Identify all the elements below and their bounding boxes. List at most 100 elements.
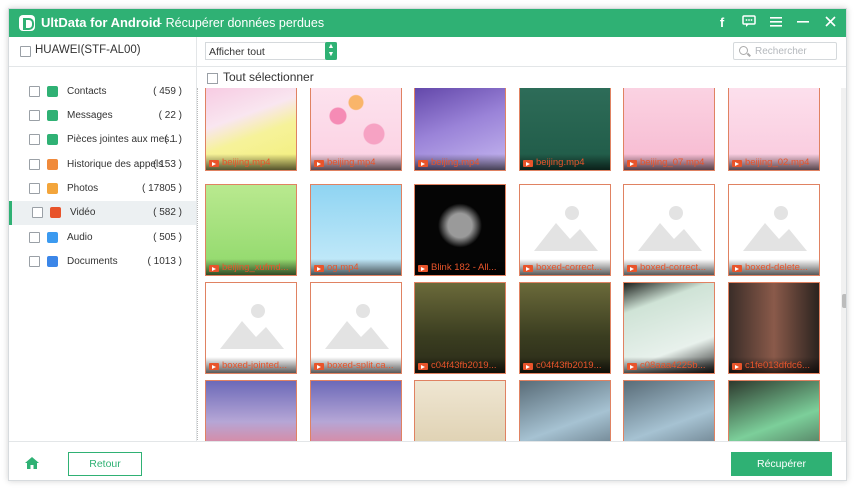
- video-thumbnail[interactable]: beijing.mp4: [310, 88, 402, 171]
- toolbar: HUAWEI(STF-AL00) Afficher tout ▲ ▼ Recher…: [9, 37, 846, 67]
- sidebar-item-checkbox[interactable]: [29, 134, 40, 145]
- video-thumbnail[interactable]: boxed-correct...: [623, 184, 715, 276]
- home-icon[interactable]: [25, 456, 39, 469]
- scrollbar-thumb[interactable]: [842, 294, 846, 308]
- sidebar-item-label: Historique des appels: [67, 159, 164, 170]
- video-thumbnail[interactable]: [414, 380, 506, 442]
- video-thumbnail[interactable]: boxed-correct...: [519, 184, 611, 276]
- scrollbar[interactable]: [841, 88, 846, 442]
- sidebar-item-checkbox[interactable]: [29, 232, 40, 243]
- thumbnail-caption: beijing.mp4: [311, 154, 401, 170]
- sidebar-item-checkbox[interactable]: [29, 183, 40, 194]
- facebook-icon[interactable]: f: [714, 15, 730, 31]
- thumbnail-filename: og.mp4: [327, 262, 359, 273]
- video-thumbnail[interactable]: beijing.mp4: [519, 88, 611, 171]
- sidebar-item-checkbox[interactable]: [29, 110, 40, 121]
- filter-select[interactable]: Afficher tout ▲ ▼: [205, 42, 337, 60]
- recover-button[interactable]: Récupérer: [731, 452, 832, 476]
- video-icon: [209, 363, 219, 370]
- call-history-icon: [47, 159, 58, 170]
- video-thumbnail[interactable]: [728, 380, 820, 442]
- app-subtitle: - Récupérer données perdues: [158, 16, 325, 30]
- video-thumbnail-image: [624, 381, 714, 442]
- video-thumbnail[interactable]: beijing.mp4: [205, 88, 297, 171]
- video-thumbnail[interactable]: c04f43fb2019...: [414, 282, 506, 374]
- thumbnail-caption: beijing_02.mp4: [729, 154, 819, 170]
- search-box[interactable]: Rechercher: [733, 42, 837, 60]
- sidebar-item-vidéo[interactable]: Vidéo ( 582 ): [9, 201, 196, 225]
- chevron-updown-icon[interactable]: ▲ ▼: [325, 42, 337, 60]
- sidebar-item-photos[interactable]: Photos ( 17805 ): [9, 177, 196, 201]
- video-thumbnail[interactable]: beijing.mp4: [414, 88, 506, 171]
- sidebar-item-checkbox[interactable]: [29, 256, 40, 267]
- video-icon: [418, 265, 428, 272]
- video-thumbnail[interactable]: c08aaa4225b...: [623, 282, 715, 374]
- video-icon: [627, 363, 637, 370]
- documents-icon: [47, 256, 58, 267]
- device-checkbox[interactable]: [20, 46, 31, 57]
- video-icon: [314, 160, 324, 167]
- filter-selected-value: Afficher tout: [209, 46, 265, 58]
- messages-icon: [47, 110, 58, 121]
- sidebar-item-checkbox[interactable]: [29, 159, 40, 170]
- video-icon: [627, 160, 637, 167]
- thumbnail-filename: beijing.mp4: [536, 157, 585, 168]
- video-thumbnail[interactable]: boxed-delete...: [728, 184, 820, 276]
- video-icon: [418, 160, 428, 167]
- content-area: Tout sélectionner beijing.mp4 beijing.mp4…: [197, 68, 846, 442]
- sidebar-item-documents[interactable]: Documents ( 1013 ): [9, 250, 196, 274]
- video-thumbnail[interactable]: Blink 182 - All...: [414, 184, 506, 276]
- video-icon: [627, 265, 637, 272]
- thumbnail-filename: beijing.mp4: [327, 157, 376, 168]
- sidebar-item-historique[interactable]: Historique des appels( 153 ): [9, 153, 196, 177]
- video-thumbnail[interactable]: beijing_xufmd...: [205, 184, 297, 276]
- sidebar-item-pièces[interactable]: Pièces jointes aux mes...( 1 ): [9, 128, 196, 152]
- menu-icon[interactable]: [768, 15, 784, 31]
- video-thumbnail[interactable]: og.mp4: [310, 184, 402, 276]
- sidebar-item-checkbox[interactable]: [29, 86, 40, 97]
- thumbnail-caption: beijing.mp4: [206, 154, 296, 170]
- feedback-icon[interactable]: [741, 15, 757, 31]
- video-thumbnail-image: [520, 381, 610, 442]
- thumbnail-filename: c08aaa4225b...: [640, 360, 706, 371]
- app-logo-icon: [19, 15, 35, 31]
- sidebar-item-checkbox[interactable]: [32, 207, 43, 218]
- sidebar-item-label: Vidéo: [70, 207, 96, 218]
- video-thumbnail[interactable]: [623, 380, 715, 442]
- thumbnail-caption: og.mp4: [311, 259, 401, 275]
- thumbnail-caption: Blink 182 - All...: [415, 259, 505, 275]
- video-thumbnail[interactable]: [519, 380, 611, 442]
- thumbnail-caption: c04f43fb2019...: [520, 357, 610, 373]
- select-all-checkbox[interactable]: [207, 73, 218, 84]
- sidebar-item-count: ( 582 ): [153, 207, 182, 218]
- back-button[interactable]: Retour: [68, 452, 142, 476]
- video-thumbnail[interactable]: beijing_02.mp4: [728, 88, 820, 171]
- minimize-icon[interactable]: [795, 15, 811, 31]
- sidebar-item-contacts[interactable]: Contacts ( 459 ): [9, 80, 196, 104]
- video-thumbnail[interactable]: boxed-jointed...: [205, 282, 297, 374]
- attachments-icon: [47, 134, 58, 145]
- sidebar-item-count: ( 459 ): [153, 86, 182, 97]
- thumbnail-caption: boxed-correct...: [624, 259, 714, 275]
- sidebar-item-count: ( 153 ): [153, 159, 182, 170]
- video-thumbnail[interactable]: c1fe013dfdc6...: [728, 282, 820, 374]
- thumbnail-filename: boxed-correct...: [536, 262, 602, 273]
- title-bar: UltData for Android - Récupérer données …: [9, 9, 846, 37]
- video-thumbnail[interactable]: beijing_07.mp4: [623, 88, 715, 171]
- thumbnail-caption: beijing_xufmd...: [206, 259, 296, 275]
- sidebar-item-count: ( 505 ): [153, 232, 182, 243]
- video-thumbnail-image: [311, 381, 401, 442]
- select-all-label[interactable]: Tout sélectionner: [223, 70, 314, 84]
- sidebar-item-count: ( 17805 ): [141, 183, 182, 194]
- video-thumbnail[interactable]: boxed-split.ca...: [310, 282, 402, 374]
- video-thumbnail[interactable]: c04f43fb2019...: [519, 282, 611, 374]
- sidebar-item-audio[interactable]: Audio ( 505 ): [9, 226, 196, 250]
- close-icon[interactable]: [822, 15, 838, 31]
- video-thumbnail[interactable]: [310, 380, 402, 442]
- sidebar-item-messages[interactable]: Messages ( 22 ): [9, 104, 196, 128]
- thumbnail-caption: boxed-delete...: [729, 259, 819, 275]
- sidebar-item-label: Contacts: [67, 86, 107, 97]
- video-thumbnail[interactable]: [205, 380, 297, 442]
- thumbnail-caption: boxed-jointed...: [206, 357, 296, 373]
- search-input[interactable]: Rechercher: [755, 46, 807, 57]
